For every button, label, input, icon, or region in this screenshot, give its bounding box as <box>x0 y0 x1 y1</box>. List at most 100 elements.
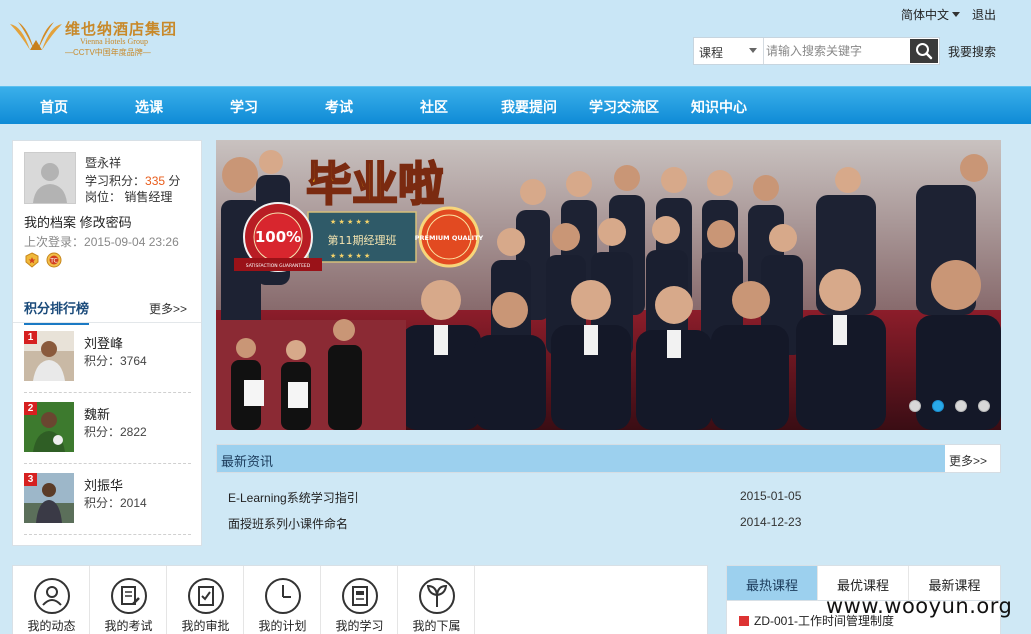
logo-chinese-name: 维也纳酒店集团 <box>65 21 178 38</box>
quality-label: PREMIUM QUALITY <box>415 234 484 242</box>
svg-text:★ ★ ★ ★ ★: ★ ★ ★ ★ ★ <box>330 252 370 260</box>
quick-link-label: 我的计划 <box>258 619 307 633</box>
points-value: 335 <box>145 174 166 188</box>
carousel-dot[interactable] <box>955 400 967 412</box>
nav-exam[interactable]: 考试 <box>325 97 353 117</box>
points-label: 学习积分： <box>85 174 146 188</box>
profile-points: 学习积分：335 分 <box>85 172 180 189</box>
site-header: 维也纳酒店集团 Vienna Hotels Group —CCTV中国年度品牌—… <box>0 0 1031 86</box>
search-icon <box>916 43 933 60</box>
ranking-name[interactable]: 魏新 <box>84 404 110 423</box>
user-icon <box>34 578 70 614</box>
svg-text:★ ★ ★ ★ ★: ★ ★ ★ ★ ★ <box>330 218 370 226</box>
clock-icon <box>265 578 301 614</box>
news-more-link[interactable]: 更多>> <box>949 452 987 469</box>
watermark: www.wooyun.org <box>826 594 1013 618</box>
my-profile-link[interactable]: 我的档案 <box>24 215 76 230</box>
nav-community[interactable]: 社区 <box>420 97 448 117</box>
study-icon <box>342 578 378 614</box>
profile-position: 岗位： 销售经理 <box>85 188 172 205</box>
approval-icon <box>188 578 224 614</box>
quick-link-label: 我的下属 <box>412 619 461 633</box>
carousel-dot[interactable] <box>978 400 990 412</box>
quick-link-label: 我的审批 <box>181 619 230 633</box>
exam-icon <box>111 578 147 614</box>
seal-ribbon: SATISFACTION GUARANTEED <box>246 263 311 269</box>
points-unit: 分 <box>168 174 181 188</box>
news-title: 最新资讯 <box>221 454 274 469</box>
user-silhouette-icon <box>25 153 75 203</box>
language-selector[interactable]: 简体中文 <box>901 6 961 23</box>
nav-select-course[interactable]: 选课 <box>135 97 163 117</box>
banner-carousel[interactable]: 毕业啦 ★ ★ ★ ★ ★ 第11期经理班 ★ ★ ★ ★ ★ 100% SAT… <box>216 140 1001 430</box>
news-date: 2015-01-05 <box>740 489 802 503</box>
search-category-select[interactable]: 课程 <box>694 38 764 64</box>
profile-links: 我的档案 修改密码 <box>24 212 132 231</box>
medal-icon <box>25 252 39 268</box>
nav-home[interactable]: 首页 <box>40 97 68 117</box>
nav-study[interactable]: 学习 <box>230 97 258 117</box>
position-value: 销售经理 <box>124 190 173 204</box>
quick-link-plan[interactable]: 我的计划 <box>244 566 321 634</box>
news-header-bar <box>217 445 945 472</box>
ranking-name[interactable]: 刘登峰 <box>84 333 123 352</box>
ranking-row[interactable]: 2 魏新 积分：2822 <box>24 402 191 464</box>
quick-links-panel: 我的动态 我的考试 我的审批 我的计划 我的学习 我的下属 <box>12 565 708 634</box>
quick-link-label: 我的动态 <box>27 619 76 633</box>
last-login-label: 上次登录： <box>24 235 85 249</box>
ranking-row[interactable]: 3 刘振华 积分：2014 <box>24 473 191 535</box>
chevron-down-icon <box>952 12 961 17</box>
news-panel: 最新资讯 更多>> E-Learning系统学习指引 2015-01-05 面授… <box>216 444 1001 540</box>
quick-link-exam[interactable]: 我的考试 <box>90 566 167 634</box>
ranking-name[interactable]: 刘振华 <box>84 475 123 494</box>
rank-badge: 3 <box>24 473 37 486</box>
svg-text:TC: TC <box>49 258 58 265</box>
ranking-more-link[interactable]: 更多>> <box>149 300 187 317</box>
tab-hottest-courses[interactable]: 最热课程 <box>727 566 818 601</box>
logout-link[interactable]: 退出 <box>972 6 996 23</box>
avatar[interactable] <box>24 152 76 204</box>
quick-link-subordinates[interactable]: 我的下属 <box>398 566 475 634</box>
news-item[interactable]: 面授班系列小课件命名 <box>228 515 808 532</box>
quick-link-activity[interactable]: 我的动态 <box>13 566 90 634</box>
plant-icon <box>419 578 455 614</box>
news-item[interactable]: E-Learning系统学习指引 <box>228 489 808 506</box>
nav-ask-question[interactable]: 我要提问 <box>501 97 557 117</box>
advanced-search-link[interactable]: 我要搜索 <box>948 43 996 60</box>
profile-name: 暨永祥 <box>85 156 122 170</box>
logo-tagline: —CCTV中国年度品牌— <box>65 48 151 57</box>
news-date: 2014-12-23 <box>740 515 802 529</box>
nav-exchange[interactable]: 学习交流区 <box>589 97 659 117</box>
chevron-down-icon <box>749 48 757 53</box>
logo[interactable]: 维也纳酒店集团 Vienna Hotels Group —CCTV中国年度品牌— <box>8 16 178 60</box>
carousel-dot[interactable] <box>909 400 921 412</box>
ranking-row[interactable]: 1 刘登峰 积分：3764 <box>24 331 191 393</box>
search-input[interactable] <box>766 40 906 62</box>
document-icon <box>739 616 749 626</box>
quick-link-label: 我的学习 <box>335 619 384 633</box>
ranking-title[interactable]: 积分排行榜 <box>24 298 90 325</box>
ranking-score: 积分：3764 <box>84 354 147 368</box>
news-header: 最新资讯 更多>> <box>216 444 1001 473</box>
logo-wings-icon <box>10 22 62 50</box>
search-button[interactable] <box>910 39 938 63</box>
quick-link-label: 我的考试 <box>104 619 153 633</box>
badge-icon: TC <box>46 252 62 268</box>
ranking-score: 积分：2822 <box>84 425 147 439</box>
change-password-link[interactable]: 修改密码 <box>80 215 132 230</box>
ranking-score: 积分：2014 <box>84 496 147 510</box>
logo-english-name: Vienna Hotels Group <box>80 37 148 46</box>
quick-link-study[interactable]: 我的学习 <box>321 566 398 634</box>
search-category-value: 课程 <box>699 46 724 60</box>
banner-headline: 毕业啦 <box>306 157 444 211</box>
ranking-header: 积分排行榜 更多>> <box>13 291 201 325</box>
last-login: 上次登录：2015-09-04 23:26 <box>24 233 179 250</box>
last-login-value: 2015-09-04 23:26 <box>84 235 179 249</box>
rank-badge: 1 <box>24 331 37 344</box>
carousel-dot[interactable] <box>932 400 944 412</box>
rank-badge: 2 <box>24 402 37 415</box>
banner-class-label: 第11期经理班 <box>328 233 397 247</box>
nav-knowledge[interactable]: 知识中心 <box>691 97 747 117</box>
main-nav: 首页 选课 学习 考试 社区 我要提问 学习交流区 知识中心 <box>0 86 1031 124</box>
quick-link-approval[interactable]: 我的审批 <box>167 566 244 634</box>
